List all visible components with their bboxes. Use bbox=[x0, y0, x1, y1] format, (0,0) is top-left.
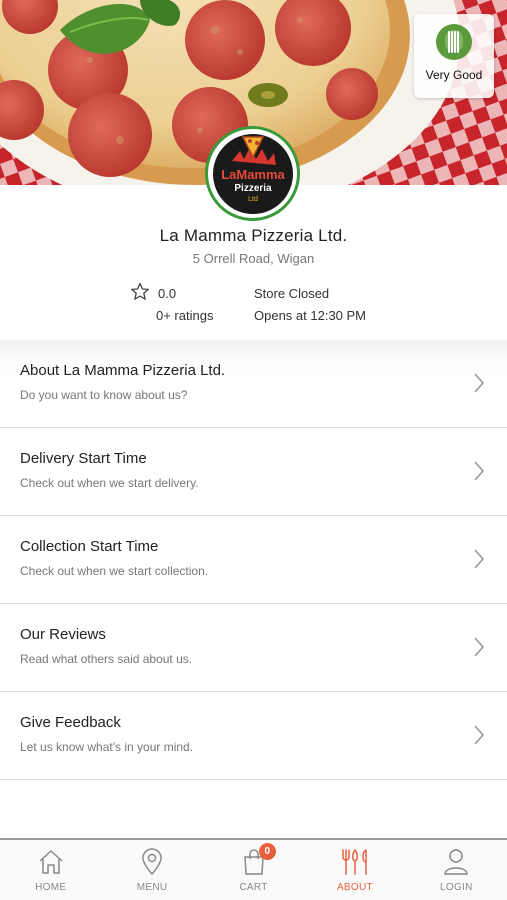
chevron-right-icon bbox=[474, 725, 485, 745]
list-item-about[interactable]: About La Mamma Pizzeria Ltd. Do you want… bbox=[0, 340, 507, 428]
hygiene-rating-label: Very Good bbox=[425, 68, 483, 82]
list-item-title: Delivery Start Time bbox=[20, 450, 147, 467]
list-item-subtitle: Let us know what's in your mind. bbox=[20, 740, 194, 754]
chevron-right-icon bbox=[474, 637, 485, 657]
cutlery-icon bbox=[340, 847, 370, 877]
store-status: Store Closed bbox=[254, 286, 330, 301]
chevron-right-icon bbox=[474, 461, 485, 481]
nav-login[interactable]: LOGIN bbox=[406, 840, 507, 900]
star-icon bbox=[131, 282, 149, 300]
store-address: 5 Orrell Road, Wigan bbox=[192, 251, 315, 266]
home-icon bbox=[37, 847, 65, 877]
hygiene-rating-badge[interactable]: Very Good bbox=[414, 14, 494, 98]
bottom-navigation: HOME MENU 0 CART ABOUT LOGIN bbox=[0, 838, 507, 900]
nav-cart-label: CART bbox=[239, 882, 268, 893]
list-item-subtitle: Do you want to know about us? bbox=[20, 388, 188, 402]
list-item-title: About La Mamma Pizzeria Ltd. bbox=[20, 362, 226, 379]
list-item-title: Collection Start Time bbox=[20, 538, 159, 555]
nav-menu-label: MENU bbox=[136, 882, 168, 893]
nav-about-label: ABOUT bbox=[336, 882, 373, 893]
nav-menu[interactable]: MENU bbox=[101, 840, 202, 900]
rating-value: 0.0 bbox=[158, 286, 177, 301]
nav-cart[interactable]: 0 CART bbox=[203, 840, 304, 900]
list-item-subtitle: Check out when we start collection. bbox=[20, 564, 209, 578]
rating-count: 0+ ratings bbox=[156, 308, 214, 323]
nav-home-label: HOME bbox=[35, 882, 67, 893]
list-item-delivery-start-time[interactable]: Delivery Start Time Check out when we st… bbox=[0, 428, 507, 516]
user-icon bbox=[443, 847, 469, 877]
store-opening-time: Opens at 12:30 PM bbox=[254, 308, 367, 323]
list-item-subtitle: Read what others said about us. bbox=[20, 652, 193, 666]
cart-count-badge: 0 bbox=[258, 843, 276, 860]
store-name: La Mamma Pizzeria Ltd. bbox=[159, 226, 348, 245]
nav-login-label: LOGIN bbox=[440, 882, 473, 893]
chevron-right-icon bbox=[474, 373, 485, 393]
nav-home[interactable]: HOME bbox=[0, 840, 101, 900]
logo-line1: LaMamma bbox=[221, 167, 285, 182]
list-item-collection-start-time[interactable]: Collection Start Time Check out when we … bbox=[0, 516, 507, 604]
map-pin-icon bbox=[141, 847, 163, 877]
list-item-give-feedback[interactable]: Give Feedback Let us know what's in your… bbox=[0, 692, 507, 780]
logo-line2: Pizzeria bbox=[234, 183, 272, 194]
nav-about[interactable]: ABOUT bbox=[304, 840, 405, 900]
list-item-our-reviews[interactable]: Our Reviews Read what others said about … bbox=[0, 604, 507, 692]
chevron-right-icon bbox=[474, 549, 485, 569]
cutlery-rating-icon bbox=[436, 24, 472, 60]
list-item-subtitle: Check out when we start delivery. bbox=[20, 476, 199, 490]
list-item-title: Our Reviews bbox=[20, 626, 106, 643]
list-item-title: Give Feedback bbox=[20, 714, 121, 731]
restaurant-logo: LaMamma Pizzeria Ltd bbox=[205, 126, 300, 221]
info-menu-list: About La Mamma Pizzeria Ltd. Do you want… bbox=[0, 340, 507, 780]
logo-line3: Ltd bbox=[248, 196, 258, 203]
